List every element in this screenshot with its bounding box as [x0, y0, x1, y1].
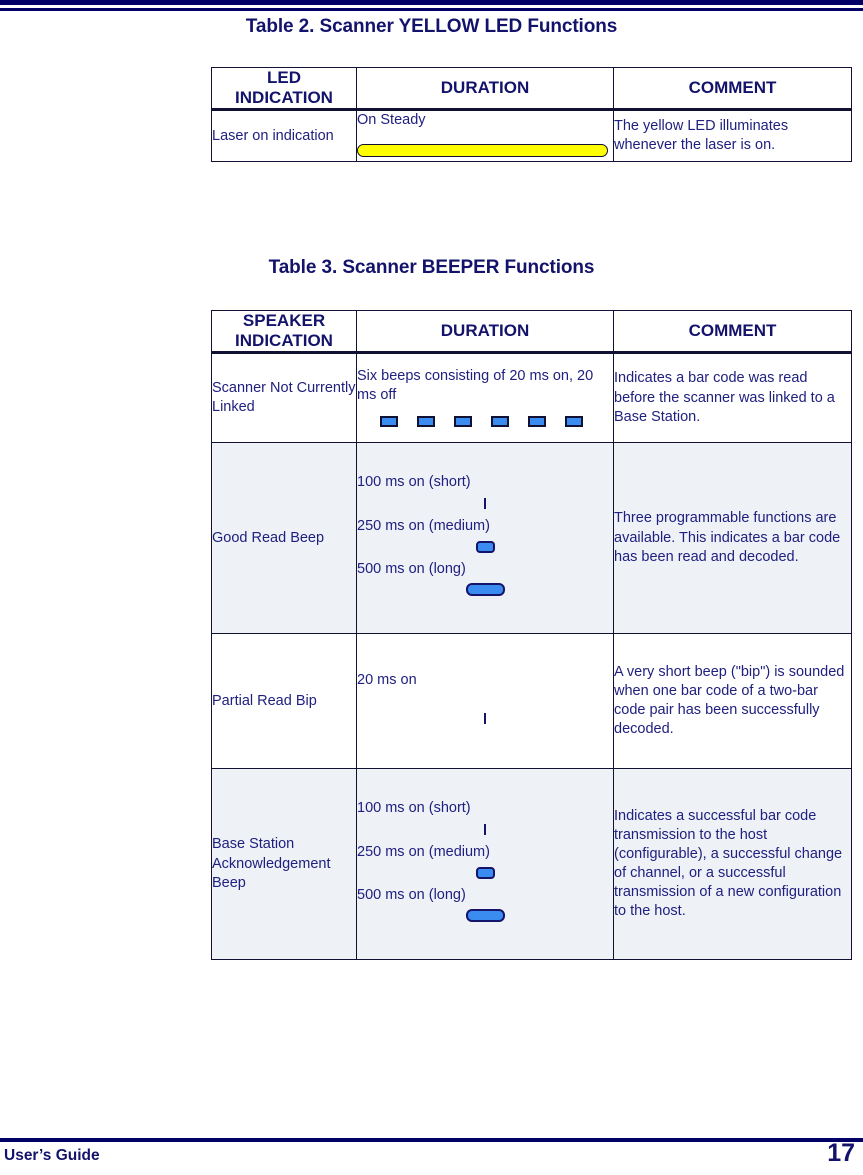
- table3: SPEAKER INDICATION DURATION COMMENT Scan…: [211, 309, 852, 961]
- beep-short-icon: [357, 708, 613, 730]
- table3-col1-header-line2: INDICATION: [235, 331, 333, 351]
- table3-col2-header: DURATION: [356, 309, 614, 355]
- table3-row1-duration: 100 ms on (short) 250 ms on (medium) 500…: [356, 442, 614, 635]
- beep-short-icon: [357, 819, 613, 841]
- table3-row3-duration-line0: 100 ms on (short): [357, 800, 471, 817]
- table2-col1-header-line1: LED: [267, 68, 301, 87]
- table3-row0-comment: Indicates a bar code was read before the…: [613, 352, 852, 444]
- beep-square-icon: [417, 416, 435, 428]
- table3-row3-indication: Base Station Acknowledgement Beep: [211, 768, 357, 961]
- beep-long-icon: [357, 905, 613, 927]
- beep-square-icon: [491, 416, 509, 428]
- beep-square-icon: [454, 416, 472, 428]
- table3-row3-duration-line2: 500 ms on (long): [357, 886, 466, 903]
- table2-col3-header: COMMENT: [613, 66, 852, 112]
- beep-medium-icon: [357, 536, 613, 558]
- table3-row1-duration-line0: 100 ms on (short): [357, 474, 471, 491]
- table-row: Partial Read Bip 20 ms on A very short b…: [211, 633, 852, 770]
- beep-square-icon: [528, 416, 546, 428]
- table3-title: Table 3. Scanner BEEPER Functions: [268, 257, 595, 278]
- beep-square-icon: [380, 416, 398, 428]
- table3-row3-comment: Indicates a successful bar code transmis…: [613, 768, 852, 961]
- table3-row1-duration-line1: 250 ms on (medium): [357, 517, 490, 534]
- beep-long-icon: [357, 579, 613, 601]
- table2-header-row: LED INDICATION DURATION COMMENT: [211, 66, 852, 112]
- table2-title: Table 2. Scanner YELLOW LED Functions: [245, 16, 618, 37]
- table-row: Good Read Beep 100 ms on (short) 250 ms …: [211, 442, 852, 635]
- table3-row2-comment: A very short beep ("bip") is sounded whe…: [613, 633, 852, 770]
- table2-row0-duration-text: On Steady: [357, 112, 426, 129]
- table3-col1-header-line1: SPEAKER: [242, 311, 326, 330]
- table-row: Scanner Not Currently Linked Six beeps c…: [211, 352, 852, 444]
- table3-row2-indication: Partial Read Bip: [211, 633, 357, 770]
- footer-rule: [0, 1138, 863, 1142]
- table2-row0-comment: The yellow LED illuminates whenever the …: [613, 109, 852, 163]
- six-beep-squares-icon: [380, 416, 613, 428]
- table3-row3-duration: 100 ms on (short) 250 ms on (medium) 500…: [356, 768, 614, 961]
- table2-col1-header: LED INDICATION: [211, 66, 357, 112]
- table2-row0-indication: Laser on indication: [211, 109, 357, 163]
- table3-row0-duration-text: Six beeps consisting of 20 ms on, 20 ms …: [357, 367, 594, 404]
- header-rule-thick: [0, 0, 863, 5]
- table3-row1-comment: Three programmable functions are availab…: [613, 442, 852, 635]
- beep-square-icon: [565, 416, 583, 428]
- beep-short-icon: [357, 493, 613, 515]
- table2-col1-header-line2: INDICATION: [235, 88, 333, 108]
- table3-row1-indication: Good Read Beep: [211, 442, 357, 635]
- table3-row2-duration: 20 ms on: [356, 633, 614, 770]
- table3-row2-duration-line0: 20 ms on: [357, 671, 417, 688]
- table3-col1-header: SPEAKER INDICATION: [211, 309, 357, 355]
- beep-medium-icon: [357, 862, 613, 884]
- table3-header-row: SPEAKER INDICATION DURATION COMMENT: [211, 309, 852, 355]
- table3-row1-duration-line2: 500 ms on (long): [357, 560, 466, 577]
- table-row: Laser on indication On Steady The yellow…: [211, 109, 852, 163]
- page-number: 17: [827, 1139, 855, 1167]
- table2: LED INDICATION DURATION COMMENT Laser on…: [211, 66, 852, 163]
- footer-guide-label: User’s Guide: [4, 1147, 100, 1164]
- table3-row0-indication: Scanner Not Currently Linked: [211, 352, 357, 444]
- table3-row3-duration-line1: 250 ms on (medium): [357, 843, 490, 860]
- document-page: Table 2. Scanner YELLOW LED Functions LE…: [0, 0, 863, 1175]
- header-rule-thin: [0, 8, 863, 11]
- table2-row0-duration: On Steady: [356, 109, 614, 163]
- table-row: Base Station Acknowledgement Beep 100 ms…: [211, 768, 852, 961]
- table3-row0-duration: Six beeps consisting of 20 ms on, 20 ms …: [356, 352, 614, 444]
- steady-yellow-bar-icon: [357, 144, 608, 158]
- table3-col3-header: COMMENT: [613, 309, 852, 355]
- table2-col2-header: DURATION: [356, 66, 614, 112]
